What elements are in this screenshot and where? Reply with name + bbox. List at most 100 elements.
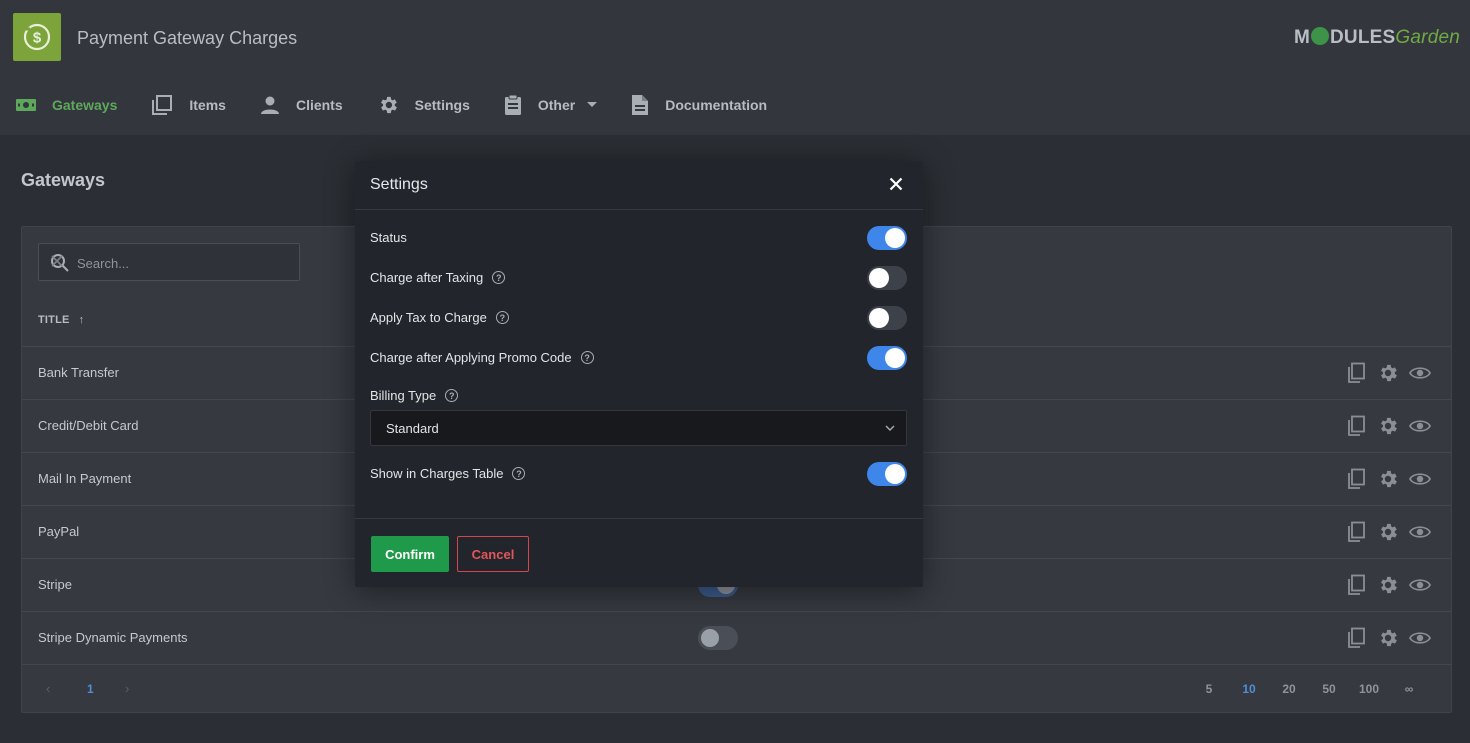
gateway-name: Bank Transfer [38, 365, 119, 380]
nav-gateways[interactable]: Gateways [16, 86, 117, 124]
eye-icon[interactable] [1409, 574, 1431, 596]
billing-type-text: Billing Type [370, 388, 437, 403]
search-box [38, 243, 300, 281]
modulesgarden-logo: M DULESGarden [1294, 27, 1460, 49]
brand-globe-icon [1311, 27, 1330, 45]
nav-other-label: Other [537, 97, 576, 113]
main-nav: Gateways Items Clients Settings Other Do… [0, 86, 767, 124]
nav-clients-label: Clients [295, 97, 343, 113]
duplicate-icon[interactable] [1345, 521, 1367, 543]
sort-asc-icon: ↑ [78, 314, 85, 326]
column-header-title[interactable]: TITLE ↑ [38, 314, 84, 326]
duplicate-icon[interactable] [1345, 574, 1367, 596]
promo-toggle[interactable] [867, 346, 907, 370]
dollar-refresh-icon: $ [23, 23, 51, 51]
promo-label: Charge after Applying Promo Code? [370, 350, 594, 365]
gear-icon[interactable] [1377, 362, 1399, 384]
nav-items-label: Items [189, 97, 226, 113]
page-size-option[interactable]: 50 [1309, 682, 1349, 696]
gateway-name: Mail In Payment [38, 471, 132, 486]
row-actions [1345, 627, 1431, 649]
gateway-name: Credit/Debit Card [38, 418, 139, 433]
cancel-button[interactable]: Cancel [457, 536, 529, 572]
gear-icon[interactable] [1377, 468, 1399, 490]
confirm-button[interactable]: Confirm [371, 536, 449, 572]
duplicate-icon[interactable] [1345, 468, 1367, 490]
svg-text:$: $ [33, 30, 42, 47]
gear-icon [380, 96, 397, 114]
eye-icon[interactable] [1409, 468, 1431, 490]
row-actions [1345, 574, 1431, 596]
help-icon[interactable]: ? [580, 351, 594, 364]
nav-clients[interactable]: Clients [260, 86, 343, 124]
search-input[interactable] [77, 253, 267, 273]
eye-icon[interactable] [1409, 415, 1431, 437]
modal-footer: Confirm Cancel [355, 518, 923, 587]
clipboard-icon [504, 94, 521, 115]
duplicate-icon[interactable] [1345, 415, 1367, 437]
page-size-option[interactable]: 100 [1349, 682, 1389, 696]
help-icon[interactable]: ? [445, 389, 459, 402]
app-header: $ Payment Gateway Charges M DULESGarden G… [0, 0, 1470, 135]
apply-tax-label: Apply Tax to Charge? [370, 310, 509, 325]
close-icon[interactable] [889, 177, 903, 191]
nav-documentation[interactable]: Documentation [631, 86, 767, 124]
eye-icon[interactable] [1409, 362, 1431, 384]
charges-table-toggle[interactable] [867, 462, 907, 486]
app-title: Payment Gateway Charges [77, 28, 298, 48]
nav-items[interactable]: Items [151, 86, 226, 124]
nav-gateways-label: Gateways [52, 97, 118, 113]
page-size-option[interactable]: 20 [1269, 682, 1309, 696]
items-icon [152, 95, 173, 115]
table-row: Stripe Dynamic Payments [22, 611, 1451, 664]
nav-settings-label: Settings [414, 97, 470, 113]
page-number-current[interactable]: 1 [87, 682, 94, 696]
charge-after-taxing-label: Charge after Taxing? [370, 270, 506, 285]
clear-search-icon[interactable] [50, 254, 64, 268]
gateway-status-toggle[interactable] [698, 626, 738, 650]
money-icon [16, 99, 36, 111]
status-label-text: Status [370, 230, 407, 245]
page-size-option[interactable]: 5 [1189, 682, 1229, 696]
promo-text: Charge after Applying Promo Code [370, 350, 572, 365]
apply-tax-text: Apply Tax to Charge [370, 310, 487, 325]
billing-type-value: Standard [386, 421, 439, 436]
gateway-name: PayPal [38, 524, 80, 539]
eye-icon[interactable] [1409, 521, 1431, 543]
brand-text: DULES [1330, 27, 1396, 48]
billing-type-label: Billing Type? [370, 388, 459, 403]
charge-after-taxing-text: Charge after Taxing [370, 270, 484, 285]
duplicate-icon[interactable] [1345, 362, 1367, 384]
row-actions [1345, 468, 1431, 490]
next-page-button[interactable]: › [125, 681, 129, 696]
page-size-option[interactable]: ∞ [1389, 682, 1429, 696]
caret-down-icon [587, 102, 598, 107]
page-size-selector: 5 10 20 50 100 ∞ [1189, 682, 1429, 696]
row-actions [1345, 362, 1431, 384]
nav-settings[interactable]: Settings [377, 86, 470, 124]
gear-icon[interactable] [1377, 574, 1399, 596]
help-icon[interactable]: ? [512, 467, 526, 480]
help-icon[interactable]: ? [492, 271, 506, 284]
page-title: Gateways [21, 170, 106, 190]
nav-other[interactable]: Other [504, 86, 598, 124]
page-size-option[interactable]: 10 [1229, 682, 1269, 696]
billing-type-select[interactable]: Standard [370, 410, 907, 446]
prev-page-button[interactable]: ‹ [46, 681, 50, 696]
gear-icon[interactable] [1377, 415, 1399, 437]
duplicate-icon[interactable] [1345, 627, 1367, 649]
charges-table-text: Show in Charges Table [370, 466, 504, 481]
brand-garden-text: Garden [1395, 27, 1460, 48]
gear-icon[interactable] [1377, 627, 1399, 649]
row-actions [1345, 415, 1431, 437]
pagination: ‹ 1 › 5 10 20 50 100 ∞ [22, 664, 1451, 714]
apply-tax-toggle[interactable] [867, 306, 907, 330]
gear-icon[interactable] [1377, 521, 1399, 543]
help-icon[interactable]: ? [495, 311, 509, 324]
charge-after-taxing-toggle[interactable] [867, 266, 907, 290]
gateway-name: Stripe [38, 577, 72, 592]
status-toggle[interactable] [867, 226, 907, 250]
modal-title: Settings [370, 176, 428, 193]
eye-icon[interactable] [1409, 627, 1431, 649]
brand-letter: M [1293, 27, 1311, 48]
